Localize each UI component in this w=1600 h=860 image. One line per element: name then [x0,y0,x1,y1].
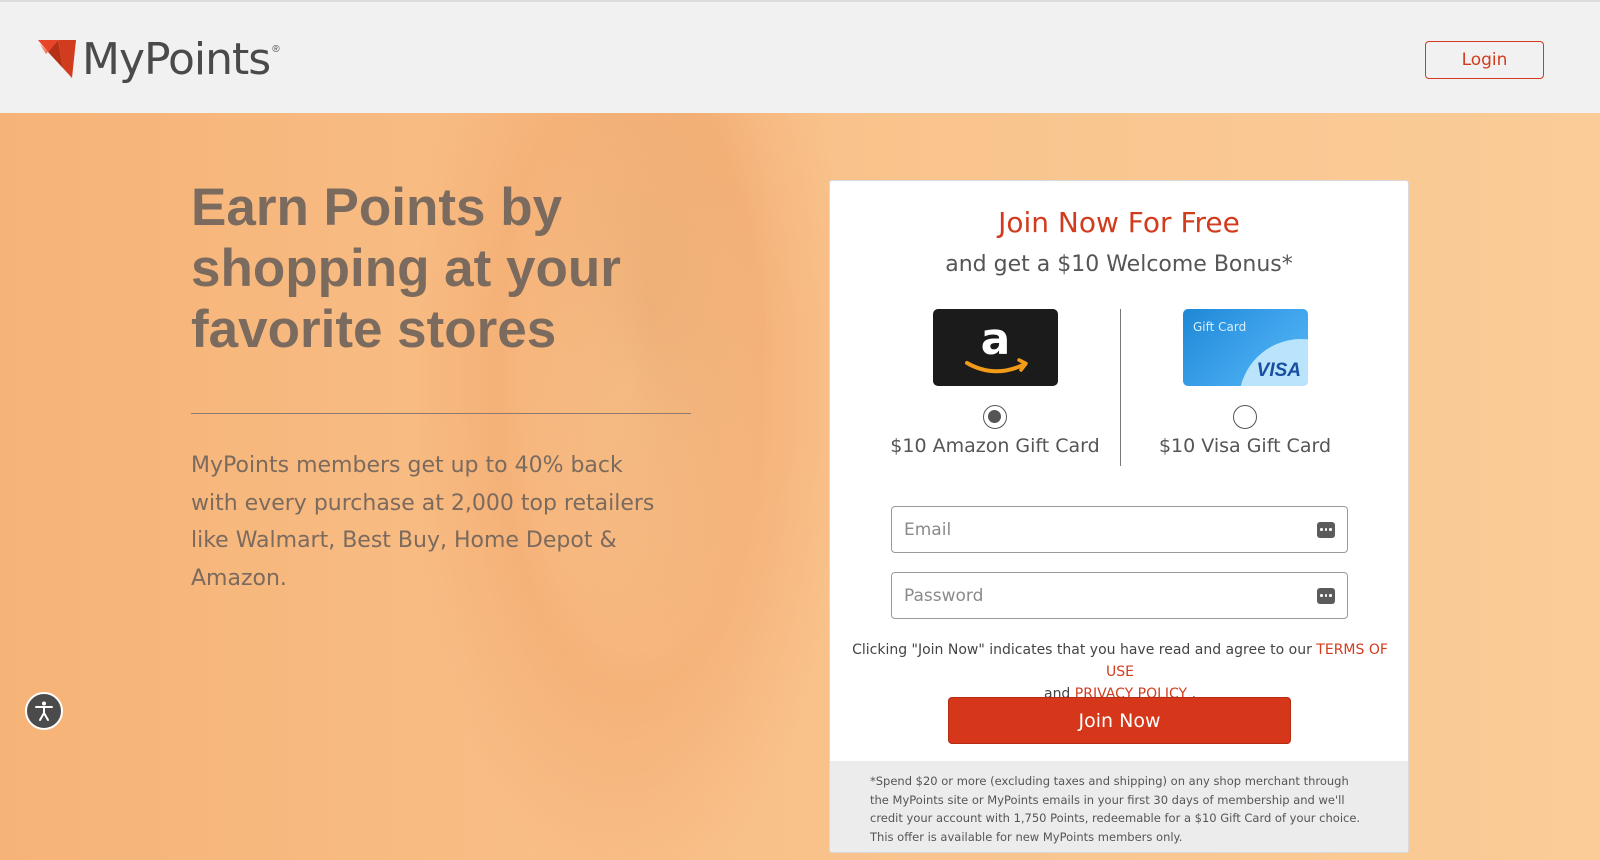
option-divider [1120,309,1121,466]
hero-headline: Earn Points by shopping at your favorite… [191,178,621,359]
accessibility-button[interactable] [25,692,63,730]
password-field[interactable] [891,572,1348,619]
amazon-option-label: $10 Amazon Gift Card [890,435,1100,457]
signup-subtitle: and get a $10 Welcome Bonus* [945,252,1293,277]
amazon-gift-card-image: a [932,309,1058,386]
offer-fineprint: *Spend $20 or more (excluding taxes and … [870,774,1361,844]
site-header: MyPoints ® Login [0,0,1600,113]
email-input[interactable] [904,519,1317,540]
visa-gift-card-image: Gift Card VISA [1182,309,1308,386]
mypoints-logo[interactable]: MyPoints ® [38,36,280,84]
visa-option-label: $10 Visa Gift Card [1158,435,1332,457]
signup-card: Join Now For Free and get a $10 Welcome … [829,180,1409,853]
accessibility-icon [35,701,53,721]
logo-registered-mark: ® [272,44,280,55]
visa-logo: VISA [1256,360,1300,381]
join-now-button[interactable]: Join Now [948,697,1291,744]
hero-subtext: MyPoints members get up to 40% back with… [191,453,655,591]
visa-gift-card-option[interactable]: Gift Card VISA $10 Visa Gift Card [1130,309,1360,457]
email-field[interactable] [891,506,1348,553]
amazon-logo-icon: a [964,314,1028,374]
amazon-radio[interactable] [983,405,1007,429]
password-input[interactable] [904,585,1317,606]
password-manager-icon[interactable] [1317,521,1335,538]
logo-wordmark: MyPoints [82,34,271,85]
consent-text: Clicking "Join Now" indicates that you h… [840,639,1400,705]
amazon-logo-letter: a [980,314,1010,365]
visa-card-caption: Gift Card [1193,320,1246,334]
login-button[interactable]: Login [1425,41,1544,79]
signup-title: Join Now For Free [998,206,1240,239]
password-manager-icon[interactable] [1317,587,1335,604]
hero-divider [191,413,691,414]
fineprint-box: *Spend $20 or more (excluding taxes and … [830,761,1408,852]
visa-card-art: Gift Card VISA [1193,320,1308,386]
consent-prefix: Clicking "Join Now" indicates that you h… [852,642,1312,658]
amazon-gift-card-option[interactable]: a $10 Amazon Gift Card [880,309,1110,457]
mypoints-logo-icon [38,40,76,78]
visa-radio[interactable] [1233,405,1257,429]
